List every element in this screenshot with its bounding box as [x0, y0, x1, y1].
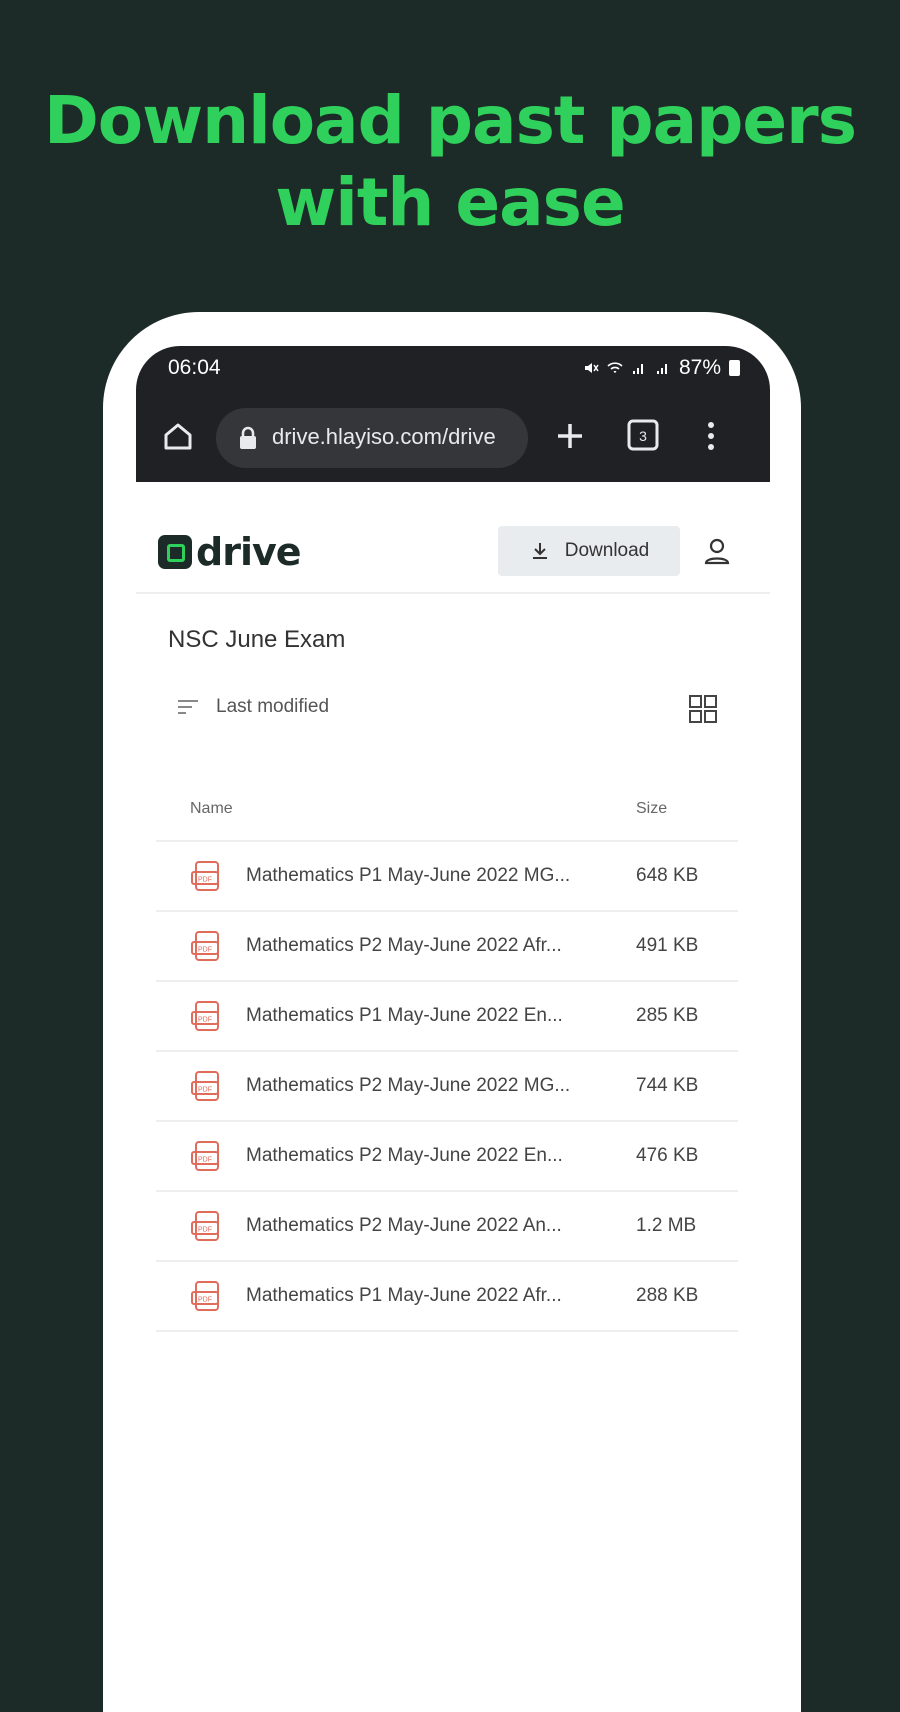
pdf-file-icon: PDF: [191, 1071, 219, 1101]
browser-toolbar: drive.hlayiso.com/drive 3: [136, 402, 770, 472]
table-row[interactable]: PDF Mathematics P1 May-June 2022 MG... 6…: [156, 842, 738, 912]
tab-switcher-icon[interactable]: 3: [626, 418, 660, 452]
table-row[interactable]: PDF Mathematics P1 May-June 2022 En... 2…: [156, 982, 738, 1052]
sort-control[interactable]: Last modified: [176, 696, 329, 718]
table-header: Name Size: [156, 786, 738, 842]
status-icons: 87%: [583, 356, 740, 380]
file-size: 285 KB: [636, 1005, 699, 1026]
account-icon[interactable]: [702, 536, 732, 566]
file-name: Mathematics P2 May-June 2022 An...: [246, 1215, 562, 1236]
svg-text:PDF: PDF: [198, 1157, 212, 1164]
pdf-file-icon: PDF: [191, 1211, 219, 1241]
pdf-file-icon: PDF: [191, 1281, 219, 1311]
sort-label: Last modified: [216, 696, 330, 717]
download-icon: [532, 543, 547, 559]
pdf-file-icon: PDF: [191, 1141, 219, 1171]
svg-text:PDF: PDF: [198, 877, 212, 884]
mute-icon: [584, 363, 599, 373]
plus-icon[interactable]: [550, 416, 590, 456]
file-name: Mathematics P1 May-June 2022 En...: [246, 1005, 563, 1026]
app-header: drive Download: [136, 482, 770, 594]
lock-icon: [240, 426, 256, 449]
logo-text: drive: [196, 530, 302, 574]
drive-logo[interactable]: drive: [158, 530, 302, 574]
grid-view-icon[interactable]: [688, 694, 718, 724]
headline-line-1: Download past papers: [43, 82, 857, 159]
download-button[interactable]: Download: [498, 526, 680, 576]
table-row[interactable]: PDF Mathematics P2 May-June 2022 Afr... …: [156, 912, 738, 982]
file-name: Mathematics P1 May-June 2022 Afr...: [246, 1285, 562, 1306]
address-url: drive.hlayiso.com/drive: [272, 424, 496, 449]
svg-text:PDF: PDF: [198, 947, 212, 954]
table-row[interactable]: PDF Mathematics P2 May-June 2022 An... 1…: [156, 1192, 738, 1262]
sort-icon: [178, 700, 198, 714]
column-name[interactable]: Name: [190, 800, 233, 818]
file-name: Mathematics P2 May-June 2022 Afr...: [246, 935, 562, 956]
svg-text:PDF: PDF: [198, 1227, 212, 1234]
file-name: Mathematics P1 May-June 2022 MG...: [246, 865, 571, 886]
file-size: 648 KB: [636, 865, 699, 886]
phone-frame: 06:04 87% drive.hlayiso.com/drive 3 driv…: [103, 312, 801, 1712]
status-bar: 06:04 87%: [136, 346, 770, 396]
headline-line-2: with ease: [275, 164, 625, 241]
pdf-file-icon: PDF: [191, 861, 219, 891]
file-size: 1.2 MB: [636, 1215, 697, 1236]
pdf-file-icon: PDF: [191, 1001, 219, 1031]
signal-icon: [632, 364, 643, 374]
file-size: 476 KB: [636, 1145, 699, 1166]
svg-text:PDF: PDF: [198, 1087, 212, 1094]
file-size: 744 KB: [636, 1075, 699, 1096]
address-bar[interactable]: drive.hlayiso.com/drive: [216, 408, 528, 468]
column-size[interactable]: Size: [636, 800, 667, 818]
browser-chrome: 06:04 87% drive.hlayiso.com/drive 3: [136, 346, 770, 482]
file-name: Mathematics P2 May-June 2022 En...: [246, 1145, 563, 1166]
logo-mark-icon: [158, 535, 192, 569]
battery-percent: 87%: [678, 356, 721, 379]
promo-headline: Download past papers with ease: [0, 80, 900, 244]
wifi-icon: [607, 362, 623, 373]
svg-text:3: 3: [639, 428, 647, 444]
file-size: 288 KB: [636, 1285, 699, 1306]
file-size: 491 KB: [636, 935, 699, 956]
table-row[interactable]: PDF Mathematics P1 May-June 2022 Afr... …: [156, 1262, 738, 1332]
file-list: PDF Mathematics P1 May-June 2022 MG... 6…: [156, 842, 738, 1332]
phone-screen: 06:04 87% drive.hlayiso.com/drive 3 driv…: [136, 346, 770, 1646]
status-time: 06:04: [168, 356, 221, 379]
table-row[interactable]: PDF Mathematics P2 May-June 2022 MG... 7…: [156, 1052, 738, 1122]
battery-icon: [729, 360, 740, 376]
signal-2-icon: [656, 364, 667, 374]
table-row[interactable]: PDF Mathematics P2 May-June 2022 En... 4…: [156, 1122, 738, 1192]
download-label: Download: [564, 540, 650, 561]
svg-text:PDF: PDF: [198, 1017, 212, 1024]
svg-text:PDF: PDF: [198, 1297, 212, 1304]
pdf-file-icon: PDF: [191, 931, 219, 961]
breadcrumb: NSC June Exam: [168, 626, 346, 653]
home-icon[interactable]: [158, 416, 198, 456]
more-vert-icon[interactable]: [696, 416, 726, 456]
file-name: Mathematics P2 May-June 2022 MG...: [246, 1075, 571, 1096]
